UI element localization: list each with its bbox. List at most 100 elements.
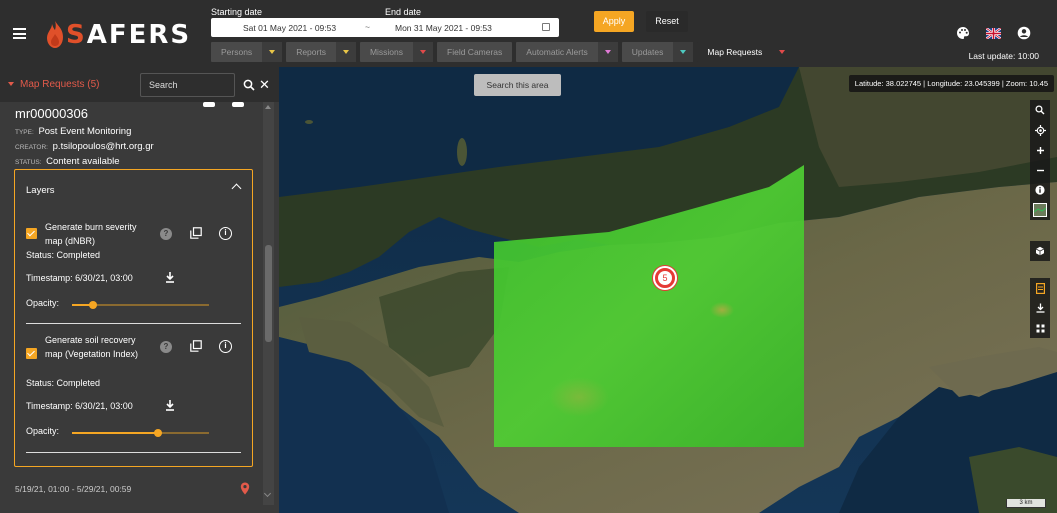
map-pin-icon[interactable] [240, 482, 250, 495]
layer-name: Generate burn severity map (dNBR) [45, 222, 137, 246]
cluster-count: 5 [658, 271, 672, 285]
download-icon[interactable] [165, 271, 175, 283]
reset-button[interactable]: Reset [646, 11, 688, 32]
legend-button[interactable] [1030, 278, 1050, 298]
filter-field-cameras[interactable]: Field Cameras [437, 42, 513, 62]
status-key: STATUS: [15, 159, 42, 166]
map-search-button[interactable] [1030, 100, 1050, 120]
search-icon [1035, 105, 1045, 115]
slider-knob[interactable] [154, 429, 163, 437]
filter-map-requests[interactable]: Map Requests [697, 42, 793, 62]
slider-fill [72, 432, 159, 434]
filter-missions[interactable]: Missions [359, 42, 434, 62]
scrollbar[interactable] [263, 102, 274, 505]
layer-timestamp: Timestamp: 6/30/21, 03:00 [26, 273, 133, 283]
end-date-value: Mon 31 May 2021 - 09:53 [395, 23, 492, 33]
opacity-slider[interactable] [72, 301, 209, 309]
layer-name: Generate soil recovery map (Vegetation I… [45, 335, 139, 359]
last-update-text: Last update: 10:00 [968, 51, 1039, 61]
flame-icon [47, 21, 63, 48]
legend-icon [1035, 282, 1045, 294]
map-download-button[interactable] [1030, 298, 1050, 318]
filter-reports[interactable]: Reports [286, 42, 356, 62]
download-icon[interactable] [165, 399, 175, 411]
status-value: Content available [46, 156, 120, 167]
action-pill-icon[interactable] [203, 102, 215, 107]
filter-label: Field Cameras [447, 47, 503, 57]
filter-label: Automatic Alerts [526, 47, 588, 57]
overlay-hotspot [710, 302, 734, 318]
brand-name: SAFERS [66, 20, 192, 50]
action-pill-icon[interactable] [232, 102, 244, 107]
grid-view-button[interactable] [1030, 318, 1050, 338]
coordinates-readout: Latitude: 38.022745 | Longitude: 23.0453… [848, 75, 1054, 92]
chevron-down-icon[interactable] [335, 42, 356, 62]
request-type: TYPE: Post Event Monitoring [15, 126, 131, 137]
chevron-down-icon[interactable] [597, 42, 618, 62]
palette-icon[interactable] [956, 26, 970, 40]
info-icon[interactable]: i [219, 227, 232, 240]
search-input[interactable] [140, 73, 235, 97]
request-id: mr00000306 [15, 106, 88, 121]
search-icon[interactable] [243, 79, 255, 91]
island [305, 120, 313, 124]
satellite-map[interactable] [279, 67, 1057, 513]
zoom-out-button[interactable] [1030, 160, 1050, 180]
island [457, 138, 467, 166]
chevron-down-icon[interactable] [772, 42, 793, 62]
chevron-down-icon[interactable] [262, 42, 283, 62]
map-view[interactable]: Search this area Latitude: 38.022745 | L… [279, 67, 1057, 513]
zoom-in-button[interactable] [1030, 140, 1050, 160]
3d-view-button[interactable] [1030, 241, 1050, 261]
opacity-label: Opacity: [26, 298, 60, 308]
side-panel-header: Map Requests (5) ✕ [0, 67, 279, 102]
request-status: STATUS: Content available [15, 156, 120, 167]
account-icon[interactable] [1017, 26, 1031, 40]
filter-persons[interactable]: Persons [211, 42, 283, 62]
search-this-area-button[interactable]: Search this area [474, 74, 561, 96]
filter-label: Map Requests [707, 47, 763, 57]
apply-button[interactable]: Apply [594, 11, 634, 32]
uk-flag-icon[interactable] [986, 28, 1001, 39]
chevron-down-icon[interactable] [673, 42, 694, 62]
filter-automatic-alerts[interactable]: Automatic Alerts [516, 42, 618, 62]
filter-updates[interactable]: Updates [621, 42, 694, 62]
help-icon[interactable]: ? [160, 341, 172, 353]
help-icon[interactable]: ? [160, 228, 172, 240]
locate-icon [1034, 124, 1046, 136]
layers-thumbnail-icon [1033, 203, 1047, 217]
copy-icon[interactable] [190, 227, 202, 239]
opacity-label: Opacity: [26, 426, 60, 436]
cluster-marker[interactable]: 5 [653, 266, 677, 290]
close-icon[interactable]: ✕ [259, 77, 270, 93]
layer-checkbox[interactable] [26, 228, 37, 239]
type-value: Post Event Monitoring [38, 126, 132, 137]
info-icon[interactable]: i [219, 340, 232, 353]
opacity-slider[interactable] [72, 429, 209, 437]
side-panel-title[interactable]: Map Requests (5) [20, 79, 99, 90]
date-range-picker[interactable]: Sat 01 May 2021 - 09:53 ~ Mon 31 May 202… [211, 18, 559, 37]
scrollbar-thumb[interactable] [265, 245, 272, 342]
copy-icon[interactable] [190, 340, 202, 352]
layer-status: Status: Completed [26, 378, 101, 388]
end-date-label: End date [385, 7, 422, 17]
zoom-out-icon [1036, 169, 1044, 171]
info-icon [1035, 185, 1045, 195]
creator-key: CREATOR: [15, 144, 48, 151]
locate-button[interactable] [1030, 120, 1050, 140]
zoom-in-icon [1036, 146, 1044, 154]
divider [26, 323, 241, 324]
collapse-caret-icon[interactable] [8, 82, 14, 86]
basemap-button[interactable] [1030, 200, 1050, 220]
map-info-button[interactable] [1030, 180, 1050, 200]
layer-status: Status: Completed [26, 250, 101, 260]
hamburger-icon[interactable] [13, 28, 26, 39]
layer-checkbox[interactable] [26, 348, 37, 359]
filter-bar: Persons Reports Missions Field Cameras A… [211, 42, 796, 62]
scroll-up-icon[interactable] [265, 105, 271, 109]
slider-knob[interactable] [88, 301, 97, 309]
calendar-icon[interactable] [542, 23, 550, 31]
chevron-down-icon[interactable] [413, 42, 434, 62]
chevron-up-icon[interactable] [231, 183, 242, 194]
overlay-hotspot [549, 377, 609, 417]
